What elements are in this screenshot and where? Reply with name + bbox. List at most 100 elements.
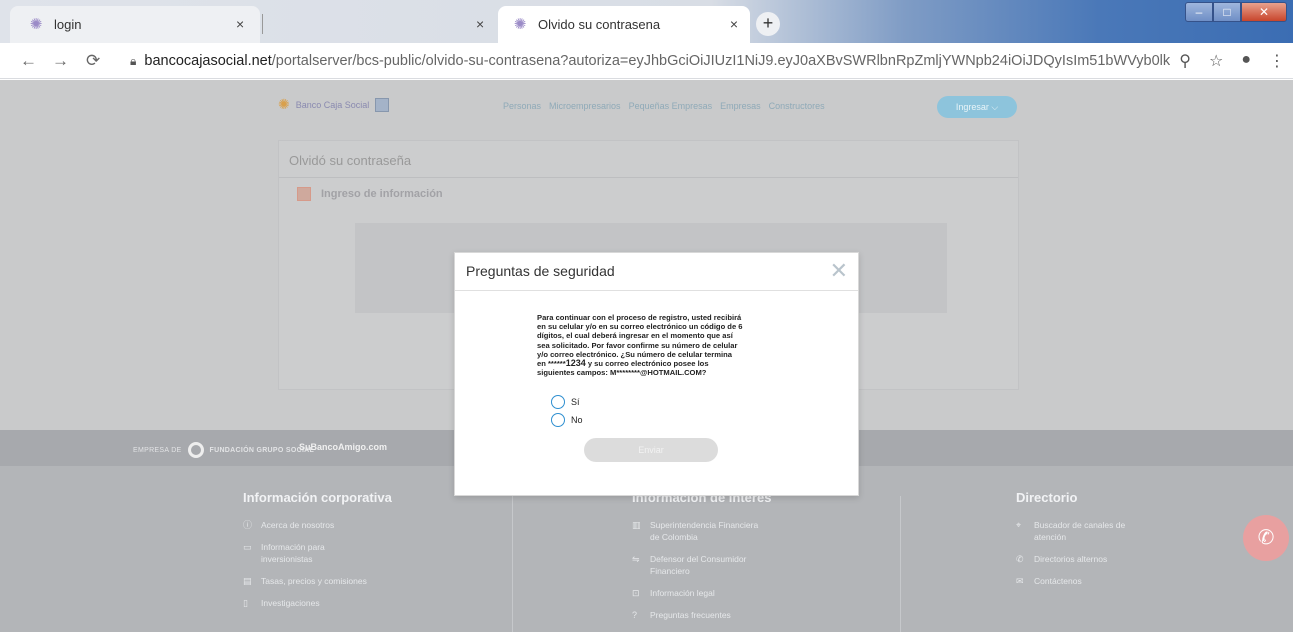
footer-link-tasas[interactable]: ▤ Tasas, precios y comisiones bbox=[243, 575, 443, 587]
url-path: /portalserver/bcs-public/olvido-su-contr… bbox=[271, 53, 1170, 69]
footer-link-line: Defensor del Consumidor bbox=[650, 554, 747, 564]
step-label: Ingreso de información bbox=[321, 188, 443, 200]
close-window-button[interactable]: ✕ bbox=[1241, 2, 1287, 22]
question-icon: ? bbox=[632, 610, 638, 620]
footer-col-title: Información corporativa bbox=[243, 490, 392, 505]
footer-link-directorios[interactable]: ✆ Directorios alternos bbox=[1016, 553, 1216, 565]
footer-link-buscador[interactable]: ⌖ Buscador de canales de atención bbox=[1016, 519, 1216, 543]
login-button-label: Ingresar bbox=[955, 102, 989, 112]
footer-link-inversionistas[interactable]: ▭ Información para inversionistas bbox=[243, 541, 443, 565]
footer-link-acerca[interactable]: ⓘ Acerca de nosotros bbox=[243, 519, 443, 531]
footer-link-defensor[interactable]: ⇋ Defensor del Consumidor Financiero bbox=[632, 553, 832, 577]
radio-label: Sí bbox=[571, 397, 580, 407]
footer-link-label: Información para inversionistas bbox=[261, 541, 325, 565]
tab-close-icon[interactable]: × bbox=[476, 16, 484, 32]
empresa-de-text: EMPRESA DE bbox=[133, 446, 182, 454]
nav-item-constructores[interactable]: Constructores bbox=[769, 101, 825, 111]
footer-link-investigaciones[interactable]: ▯ Investigaciones bbox=[243, 597, 443, 609]
footer-link-label: Acerca de nosotros bbox=[261, 520, 335, 530]
sun-logo-icon: ✺ bbox=[278, 96, 290, 112]
lock-icon: 🔒︎ bbox=[130, 53, 137, 68]
message-line: dígitos, el cual deberá ingresar en el m… bbox=[537, 331, 733, 341]
mail-icon: ✉ bbox=[1016, 576, 1024, 586]
nav-item-empresas[interactable]: Empresas bbox=[720, 101, 761, 111]
tab-separator bbox=[262, 14, 263, 34]
nav-item-pequenas-empresas[interactable]: Pequeñas Empresas bbox=[629, 101, 713, 111]
send-button[interactable]: Enviar bbox=[584, 438, 718, 462]
radio-label: No bbox=[571, 415, 583, 425]
footer-link-legal[interactable]: ⊡ Información legal bbox=[632, 587, 832, 599]
forward-arrow-icon[interactable]: → bbox=[52, 51, 69, 71]
window-controls: – □ ✕ bbox=[1185, 2, 1287, 22]
phone-icon: ✆ bbox=[1016, 554, 1024, 564]
profile-icon[interactable]: ● bbox=[1241, 51, 1251, 71]
footer-link-line: Información para bbox=[261, 542, 325, 552]
minimize-button[interactable]: – bbox=[1185, 2, 1213, 22]
percent-icon: ▤ bbox=[243, 576, 252, 586]
nav-item-microempresarios[interactable]: Microempresarios bbox=[549, 101, 621, 111]
url-host: bancocajasocial.net bbox=[144, 53, 272, 69]
star-icon[interactable]: ☆ bbox=[1209, 51, 1223, 71]
footer-col-directorio: Directorio ⌖ Buscador de canales de atenci… bbox=[1016, 490, 1216, 597]
footer-link-line: Financiero bbox=[650, 566, 690, 576]
message-line: sea solicitado. Por favor confirme su nú… bbox=[537, 340, 738, 350]
step-header: Ingreso de información bbox=[297, 187, 443, 201]
tab-title: login bbox=[54, 17, 82, 32]
logo-text: Banco Caja Social bbox=[295, 99, 370, 110]
radio-button[interactable] bbox=[551, 413, 565, 427]
document-icon: ▯ bbox=[243, 598, 248, 608]
menu-dots-icon[interactable]: ⋮ bbox=[1269, 51, 1285, 71]
footer-link-line: inversionistas bbox=[261, 554, 313, 564]
subancoamigo-link[interactable]: SuBancoAmigo.com bbox=[299, 442, 387, 452]
footer-divider bbox=[900, 496, 901, 632]
reload-icon[interactable]: ⟳ bbox=[86, 51, 100, 71]
tab-close-icon[interactable]: × bbox=[730, 16, 738, 32]
footer-link-preguntas[interactable]: ? Preguntas frecuentes bbox=[632, 609, 832, 621]
footer-link-line: Superintendencia Financiera bbox=[650, 520, 759, 530]
footer-link-line: atención bbox=[1034, 532, 1067, 542]
address-bar-icons: ⚲ ☆ ● ⋮ bbox=[1179, 51, 1285, 71]
bank-logo[interactable]: ✺ Banco Caja Social bbox=[278, 96, 390, 113]
security-questions-modal: Preguntas de seguridad ✕ Para continuar … bbox=[454, 252, 859, 496]
modal-header: Preguntas de seguridad ✕ bbox=[455, 253, 858, 291]
footer-link-label: Superintendencia Financiera de Colombia bbox=[650, 519, 758, 543]
login-button[interactable]: Ingresar ⌵ bbox=[937, 96, 1017, 118]
browser-tab-olvido[interactable]: × ✺ Olvido su contrasena × bbox=[476, 6, 750, 43]
document-icon bbox=[297, 187, 311, 201]
footer-link-superintendencia[interactable]: ▥ Superintendencia Financiera de Colombia bbox=[632, 519, 832, 543]
radio-option-si[interactable]: Sí bbox=[551, 395, 580, 409]
footer-link-line: Buscador de canales de bbox=[1034, 520, 1126, 530]
maximize-button[interactable]: □ bbox=[1213, 2, 1241, 22]
tab-title: Olvido su contrasena bbox=[538, 17, 661, 32]
legal-icon: ⊡ bbox=[632, 588, 640, 598]
footer-divider bbox=[512, 496, 513, 632]
footer-col-corporativa: Información corporativa ⓘ Acerca de nosot… bbox=[243, 490, 443, 619]
url-field[interactable]: 🔒︎ bancocajasocial.net /portalserver/bcs… bbox=[120, 47, 1170, 75]
chat-phone-button[interactable]: ✆ bbox=[1243, 515, 1289, 561]
footer-link-label: Defensor del Consumidor Financiero bbox=[650, 553, 746, 577]
zoom-icon[interactable]: ⚲ bbox=[1179, 51, 1191, 71]
footer-col-title: Directorio bbox=[1016, 490, 1078, 505]
browser-tab-login[interactable]: ✺ login bbox=[10, 6, 260, 43]
address-bar: ← → ⟳ 🔒︎ bancocajasocial.net /portalserv… bbox=[0, 43, 1293, 79]
page-title: Olvidó su contraseña bbox=[289, 153, 412, 168]
chart-icon: ▭ bbox=[243, 542, 252, 552]
tab-close-icon[interactable]: × bbox=[236, 16, 244, 32]
modal-message: Para continuar con el proceso de registr… bbox=[537, 313, 783, 377]
location-pin-icon: ⌖ bbox=[1016, 520, 1022, 530]
new-tab-button[interactable]: + bbox=[756, 12, 780, 36]
site-header: ✺ Banco Caja Social Personas Microempres… bbox=[0, 80, 1293, 136]
building-icon: ▥ bbox=[632, 520, 641, 530]
radio-button[interactable] bbox=[551, 395, 565, 409]
modal-title: Preguntas de seguridad bbox=[466, 263, 615, 279]
fundacion-logo[interactable]: EMPRESA DE FUNDACIÓN GRUPO SOCIAL bbox=[133, 442, 314, 458]
message-line: en ******1234 y su correo electrónico po… bbox=[537, 358, 783, 368]
message-line: en su celular y/o en su correo electróni… bbox=[537, 322, 743, 332]
message-line: siguientes campos: M********@HOTMAIL.COM… bbox=[537, 368, 707, 378]
nav-item-personas[interactable]: Personas bbox=[503, 101, 541, 111]
close-icon[interactable]: ✕ bbox=[830, 258, 848, 284]
back-arrow-icon[interactable]: ← bbox=[20, 51, 37, 71]
footer-link-contactenos[interactable]: ✉ Contáctenos bbox=[1016, 575, 1216, 587]
footer-link-label: Contáctenos bbox=[1034, 576, 1082, 586]
radio-option-no[interactable]: No bbox=[551, 413, 583, 427]
